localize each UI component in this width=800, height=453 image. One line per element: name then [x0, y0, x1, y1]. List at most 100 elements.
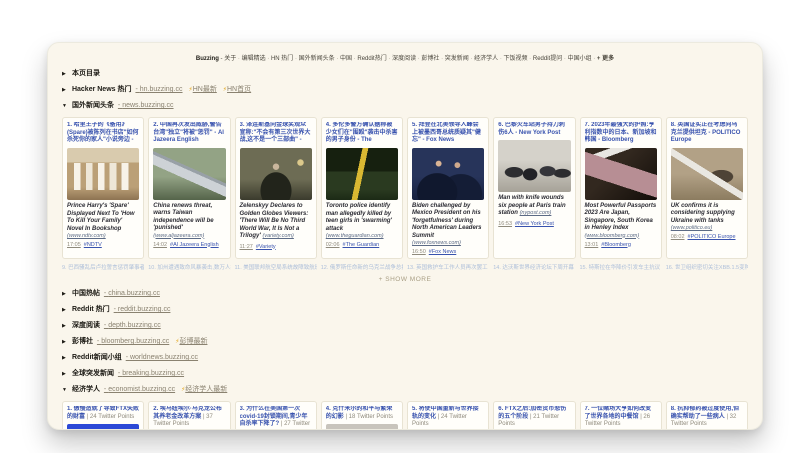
card-headline-link[interactable]: 2. 中国再次发出威胁,警告台湾"独立"将被"惩罚" - Al Jazeera …	[153, 122, 225, 145]
nav-item-china-group[interactable]: 中国小组	[568, 56, 597, 62]
card-english-title: Emmanuel Macron unveils his pension refo…	[153, 429, 209, 430]
expand-triangle-icon[interactable]: ▼	[62, 102, 70, 111]
section-domain-link[interactable]: worldnews.buzzing.cc	[126, 354, 198, 361]
nav-more-link[interactable]: + 更多	[597, 56, 614, 62]
card-timestamp[interactable]: 16:53	[498, 221, 512, 227]
nav-item-china[interactable]: 中国	[340, 56, 357, 62]
card-headline-link[interactable]: 3. 泽连斯基向金球奖观众宣称:"不会有第三次世界大战,这不是一个三部曲" - …	[240, 122, 312, 145]
collapse-triangle-icon[interactable]: ▶	[62, 354, 70, 363]
card-source-link[interactable]: (variety.com)	[263, 233, 294, 239]
card-timestamp[interactable]: 17:05	[67, 242, 81, 248]
card-source-tag[interactable]: #Al Jazeera English	[170, 242, 219, 248]
card-headline-link[interactable]: 7. 2023年最强大的护照:亨利指数中的日本、新加坡和韩国 - Bloombe…	[585, 122, 657, 145]
card-thumbnail-bookshop[interactable]	[67, 148, 140, 200]
nav-item-askreddit[interactable]: Reddit提问	[533, 56, 568, 62]
card-source-link[interactable]: (www.theguardian.com)	[326, 233, 384, 239]
card-thumbnail-biden-summit[interactable]	[412, 147, 485, 200]
card-headline-link[interactable]: 5. 拜登在北美领导人峰会上被墨西哥总统质疑其"健忘" - Fox News	[412, 122, 484, 145]
section-title[interactable]: 国外新闻头条	[72, 102, 114, 109]
card-source-link[interactable]: (www.aljazeera.com)	[153, 233, 204, 239]
card-headline-link[interactable]: 1. 哈里王子的《备用》(Spare)被陈列在书店"如何杀死你的家人"小说旁边 …	[67, 122, 139, 145]
card-thumbnail-kashmir-soldiers[interactable]	[325, 424, 398, 429]
nav-item-about[interactable]: 关于	[224, 56, 241, 62]
extra-headline-link[interactable]: 13. 英国救护车工作人员再次罢工	[407, 263, 489, 271]
extra-headline-link[interactable]: 16. 世卫组织密切关注XBB.1.5变种	[666, 263, 748, 271]
section-domain-link[interactable]: breaking.buzzing.cc	[118, 370, 184, 377]
nav-item-bloomberg[interactable]: 彭博社	[421, 56, 444, 62]
collapse-triangle-icon[interactable]: ▶	[62, 306, 70, 315]
card-thumbnail-zelenskyy[interactable]	[239, 148, 312, 200]
show-more-button[interactable]: + SHOW MORE	[62, 276, 748, 283]
card-headline-link[interactable]: 4. 多伦多警方确认据称被少女们在"围殴"袭击中杀害的男子身份 - The Gu…	[326, 122, 398, 145]
hn-front-link[interactable]: HN首页	[227, 86, 251, 93]
card-thumbnail-paris-station[interactable]	[498, 140, 571, 192]
collapse-triangle-icon[interactable]: ▶	[62, 338, 70, 347]
extra-headline-link[interactable]: 11. 美国联邦航空局系统故障致航班延误	[235, 263, 317, 271]
card-thumbnail-passports[interactable]	[584, 147, 657, 200]
card-source-tag[interactable]: #Bloomberg	[601, 242, 631, 248]
section-domain-link[interactable]: china.buzzing.cc	[104, 290, 160, 297]
extra-headline-link[interactable]: 9. 巴西骚乱后卢拉誓言惩罚肇事者	[62, 263, 144, 271]
card-source-tag[interactable]: #Fox News	[429, 249, 457, 255]
section-title[interactable]: 本页目录	[72, 70, 100, 77]
section-title[interactable]: 彭博社	[72, 338, 93, 345]
collapse-triangle-icon[interactable]: ▶	[62, 86, 70, 95]
nav-item-economist[interactable]: 经济学人	[474, 56, 503, 62]
collapse-triangle-icon[interactable]: ▶	[62, 370, 70, 379]
section-domain-link[interactable]: hn.buzzing.cc	[135, 86, 182, 93]
section-domain-link[interactable]: reddit.buzzing.cc	[114, 306, 171, 313]
brand-logo[interactable]: Buzzing	[196, 56, 219, 62]
nav-item-reddit[interactable]: Reddit热门	[357, 56, 392, 62]
card-timestamp[interactable]: 08:02	[671, 234, 685, 240]
section-title[interactable]: Reddit 热门	[72, 306, 110, 313]
extra-headline-link[interactable]: 15. 特斯拉在华降价引发车主抗议	[580, 263, 662, 271]
collapse-triangle-icon[interactable]: ▶	[62, 70, 70, 79]
card-headline-link[interactable]: 6. 巴黎火车站男子持刀刺伤6人 - New York Post	[498, 122, 570, 137]
section-domain-link[interactable]: economist.buzzing.cc	[104, 386, 175, 393]
collapse-triangle-icon[interactable]: ▶	[62, 322, 70, 331]
nav-item-editors-picks[interactable]: 编辑精选	[242, 56, 271, 62]
section-title[interactable]: 全球突发新闻	[72, 370, 114, 377]
bloomberg-latest-link[interactable]: 彭博最新	[179, 338, 207, 345]
card-timestamp[interactable]: 11:27	[240, 244, 253, 250]
extra-headline-link[interactable]: 12. 俄罗斯任命新的乌克兰战争总指挥	[321, 263, 403, 271]
section-title[interactable]: 深度阅读	[72, 322, 100, 329]
card-timestamp[interactable]: 13:01	[585, 242, 599, 248]
card-headline-link[interactable]: 8. 英国证实正在考虑向乌克兰提供坦克 - POLITICO Europe	[671, 122, 743, 145]
extra-headline-link[interactable]: 10. 加州遭遇致命风暴袭击,数万人撤离	[148, 263, 230, 271]
section-title[interactable]: Reddit新闻小组	[72, 354, 122, 361]
card-source-link[interactable]: (www.ndtv.com)	[67, 233, 106, 239]
card-thumbnail-ukraine-tanks[interactable]	[670, 147, 743, 200]
card-thumbnail-eu-cartoon[interactable]	[67, 424, 140, 429]
nav-item-world-news[interactable]: 国外新闻头条	[299, 56, 340, 62]
card-source-tag[interactable]: #Variety	[256, 244, 276, 250]
section-title[interactable]: 经济学人	[72, 386, 100, 393]
section-domain-link[interactable]: news.buzzing.cc	[118, 102, 174, 109]
card-source-tag[interactable]: #New York Post	[515, 221, 554, 227]
card-thumbnail-missile[interactable]	[153, 147, 226, 200]
nav-item-breaking[interactable]: 突发新闻	[445, 56, 474, 62]
economist-latest-link[interactable]: 经济学人最新	[185, 386, 227, 393]
nav-item-videos[interactable]: 下饭视频	[504, 56, 533, 62]
expand-triangle-icon[interactable]: ▼	[62, 386, 70, 395]
section-title[interactable]: Hacker News 热门	[72, 86, 132, 93]
card-source-link[interactable]: (nypost.com)	[520, 210, 552, 216]
card-timestamp[interactable]: 16:50	[412, 249, 426, 255]
hn-latest-link[interactable]: HN最新	[193, 86, 217, 93]
card-timestamp[interactable]: 02:06	[326, 242, 340, 248]
card-source-tag[interactable]: #NDTV	[84, 242, 102, 248]
card-source-tag[interactable]: #The Guardian	[343, 242, 380, 248]
card-source-link[interactable]: (www.politico.eu)	[671, 225, 713, 231]
section-domain-link[interactable]: bloomberg.buzzing.cc	[97, 338, 169, 345]
card-source-link[interactable]: (www.foxnews.com)	[412, 240, 461, 246]
nav-item-depth[interactable]: 深度阅读	[392, 56, 421, 62]
section-domain-link[interactable]: depth.buzzing.cc	[104, 322, 161, 329]
nav-item-hn[interactable]: HN 热门	[271, 56, 299, 62]
collapse-triangle-icon[interactable]: ▶	[62, 290, 70, 299]
card-source-link[interactable]: (www.bloomberg.com)	[585, 233, 640, 239]
section-title[interactable]: 中国热帖	[72, 290, 100, 297]
card-timestamp[interactable]: 14:02	[153, 242, 167, 248]
extra-headline-link[interactable]: 14. 达沃斯世界经济论坛下周开幕	[493, 263, 575, 271]
card-source-tag[interactable]: #POLITICO Europe	[688, 234, 736, 240]
card-thumbnail-police-tape[interactable]	[325, 148, 398, 200]
